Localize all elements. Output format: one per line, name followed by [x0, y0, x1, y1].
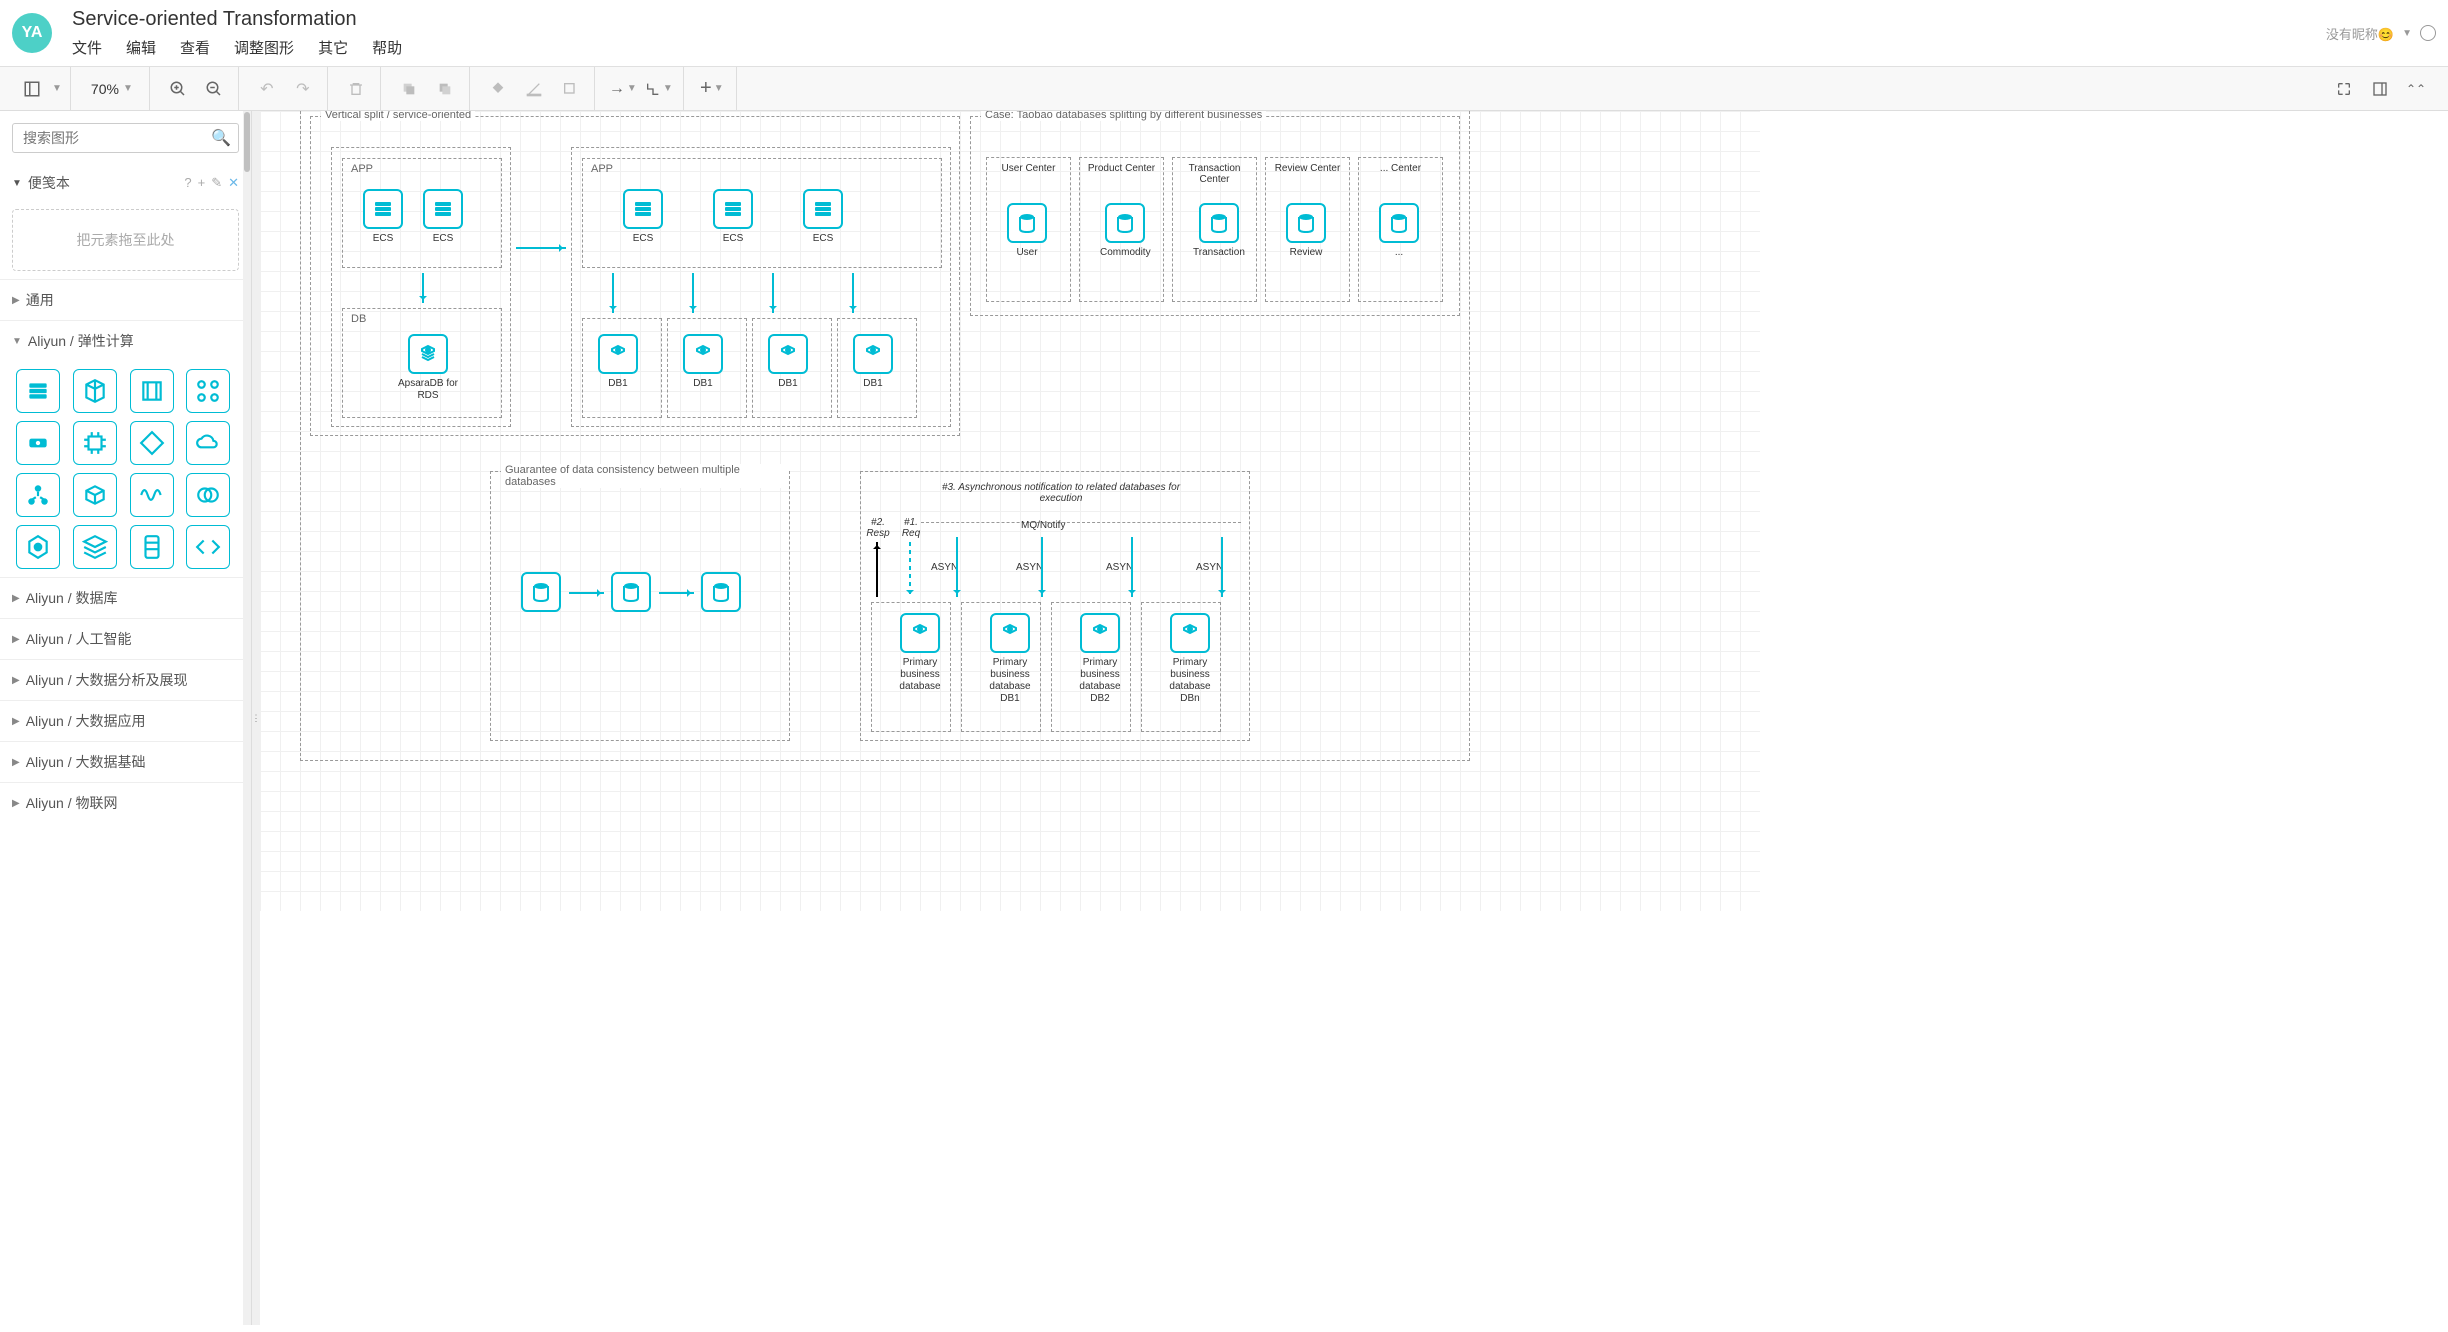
zoom-in-button[interactable]: [162, 73, 194, 105]
chevron-down-icon[interactable]: ▼: [52, 83, 62, 94]
section-async[interactable]: #3. Asynchronous notification to related…: [860, 471, 1250, 741]
category-aliyun-bigdata-app[interactable]: ▶Aliyun / 大数据应用: [0, 700, 251, 741]
menu-arrange[interactable]: 调整图形: [234, 37, 294, 58]
shape-venn[interactable]: [186, 473, 230, 517]
shape-cluster[interactable]: [186, 369, 230, 413]
collapse-button[interactable]: ⌃⌃: [2400, 73, 2432, 105]
delete-button[interactable]: [340, 73, 372, 105]
shape-diamond[interactable]: [130, 421, 174, 465]
user-avatar[interactable]: YA: [12, 13, 52, 53]
insert-button[interactable]: +▼: [696, 73, 728, 105]
shapes-palette: [0, 361, 251, 577]
search-icon[interactable]: 🔍: [211, 128, 231, 148]
menu-edit[interactable]: 编辑: [126, 37, 156, 58]
search-shapes-input[interactable]: [12, 123, 239, 153]
shape-cube[interactable]: [73, 369, 117, 413]
format-panel-button[interactable]: [2364, 73, 2396, 105]
shape-stack[interactable]: [73, 525, 117, 569]
sidebar-splitter[interactable]: ⋮: [252, 111, 260, 1325]
shape-chip[interactable]: [73, 421, 117, 465]
canvas[interactable]: Vertical split / service-oriented APP EC…: [260, 111, 2448, 1325]
shape-ecs[interactable]: [16, 369, 60, 413]
shapes-sidebar: 🔍 ▼便笺本 ? + ✎ ✕ 把元素拖至此处 ▶通用 ▼Aliyun / 弹性计…: [0, 111, 252, 1325]
shape-nodes[interactable]: [16, 473, 60, 517]
fill-color-button[interactable]: [482, 73, 514, 105]
shape-wave[interactable]: [130, 473, 174, 517]
scratchpad-dropzone[interactable]: 把元素拖至此处: [12, 209, 239, 271]
zoom-out-button[interactable]: [198, 73, 230, 105]
shape-server[interactable]: [130, 525, 174, 569]
shape-disk[interactable]: [16, 421, 60, 465]
document-title[interactable]: Service-oriented Transformation: [72, 8, 2326, 31]
globe-icon[interactable]: [2420, 25, 2436, 41]
fullscreen-button[interactable]: [2328, 73, 2360, 105]
connection-button[interactable]: →▼: [607, 73, 639, 105]
category-aliyun-compute[interactable]: ▼Aliyun / 弹性计算: [0, 320, 251, 361]
menu-help[interactable]: 帮助: [372, 37, 402, 58]
category-aliyun-ai[interactable]: ▶Aliyun / 人工智能: [0, 618, 251, 659]
toolbar: ▼ 70%▼ ↶ ↷ →▼ ▼ +▼ ⌃⌃: [0, 67, 2448, 111]
zoom-select[interactable]: 70%▼: [83, 81, 141, 97]
shape-hex[interactable]: [16, 525, 60, 569]
section-taobao-case[interactable]: Case: Taobao databases splitting by diff…: [970, 116, 1460, 316]
sidebar-scrollbar[interactable]: [243, 111, 251, 1325]
category-aliyun-iot[interactable]: ▶Aliyun / 物联网: [0, 782, 251, 823]
category-aliyun-bigdata-base[interactable]: ▶Aliyun / 大数据基础: [0, 741, 251, 782]
line-color-button[interactable]: [518, 73, 550, 105]
help-icon[interactable]: ?: [184, 175, 191, 191]
user-info[interactable]: 没有昵称😊 ▼: [2326, 24, 2436, 43]
chevron-down-icon: ▼: [2402, 28, 2412, 39]
to-back-button[interactable]: [429, 73, 461, 105]
menu-extras[interactable]: 其它: [318, 37, 348, 58]
category-aliyun-db[interactable]: ▶Aliyun / 数据库: [0, 577, 251, 618]
shape-box3d[interactable]: [73, 473, 117, 517]
close-icon[interactable]: ✕: [228, 175, 239, 191]
menu-file[interactable]: 文件: [72, 37, 102, 58]
redo-button[interactable]: ↷: [287, 73, 319, 105]
waypoint-button[interactable]: ▼: [643, 73, 675, 105]
edit-icon[interactable]: ✎: [211, 175, 222, 191]
app-header: YA Service-oriented Transformation 文件 编辑…: [0, 0, 2448, 67]
shape-cloud[interactable]: [186, 421, 230, 465]
menu-view[interactable]: 查看: [180, 37, 210, 58]
to-front-button[interactable]: [393, 73, 425, 105]
scratchpad-header[interactable]: ▼便笺本 ? + ✎ ✕: [0, 165, 251, 201]
shape-code[interactable]: [186, 525, 230, 569]
section-consistency[interactable]: Guarantee of data consistency between mu…: [490, 471, 790, 741]
menubar: 文件 编辑 查看 调整图形 其它 帮助: [72, 37, 2326, 58]
undo-button[interactable]: ↶: [251, 73, 283, 105]
section-vertical-split[interactable]: Vertical split / service-oriented APP EC…: [310, 116, 960, 436]
add-icon[interactable]: +: [198, 175, 206, 191]
shape-gpu[interactable]: [130, 369, 174, 413]
category-general[interactable]: ▶通用: [0, 279, 251, 320]
shadow-button[interactable]: [554, 73, 586, 105]
category-aliyun-bigdata-viz[interactable]: ▶Aliyun / 大数据分析及展现: [0, 659, 251, 700]
sidebar-toggle-button[interactable]: [16, 73, 48, 105]
user-nickname: 没有昵称😊: [2326, 24, 2394, 43]
